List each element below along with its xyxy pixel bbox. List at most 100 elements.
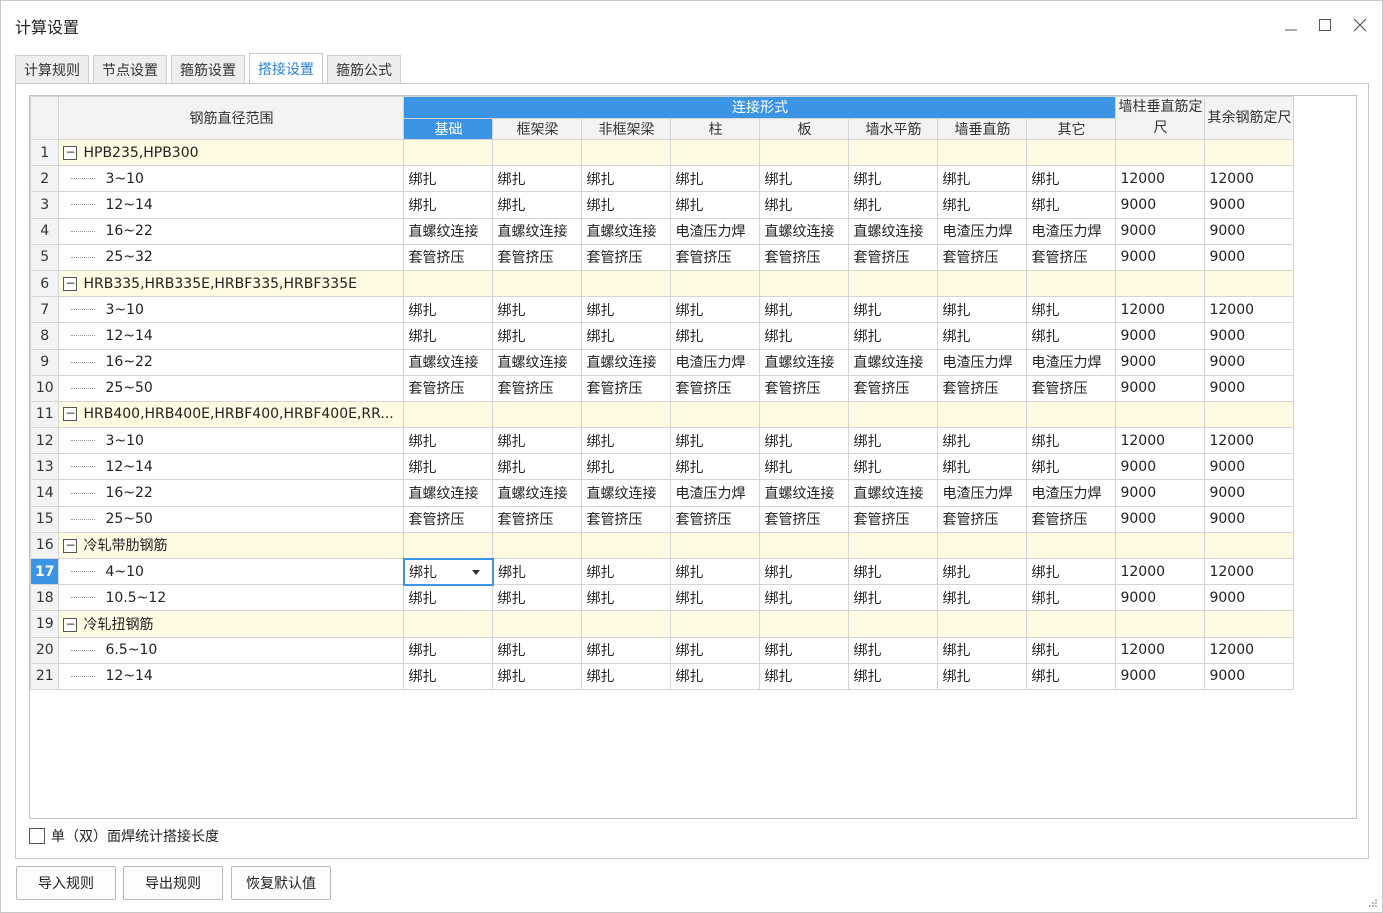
diameter-range-cell[interactable]: 12~14	[58, 322, 405, 350]
connection-cell[interactable]: 绑扎	[848, 636, 939, 664]
connection-cell[interactable]: 绑扎	[848, 322, 939, 350]
group-empty-cell[interactable]	[1204, 400, 1295, 429]
connection-cell[interactable]: 绑扎	[759, 453, 850, 481]
connection-cell[interactable]: 套管挤压	[848, 243, 939, 271]
table-row[interactable]: 20 6.5~10 绑扎 绑扎 绑扎 绑扎 绑扎 绑扎 绑扎 绑扎 12000 12000	[30, 636, 1295, 664]
rebar-grade-cell[interactable]: − 冷轧带肋钢筋	[58, 531, 405, 560]
connection-cell[interactable]: 直螺纹连接	[581, 479, 672, 507]
diameter-range-cell[interactable]: 6.5~10	[58, 636, 405, 664]
connection-cell[interactable]: 套管挤压	[759, 505, 850, 533]
maximize-icon[interactable]	[1311, 11, 1339, 39]
connection-cell[interactable]: 绑扎	[848, 427, 939, 455]
table-row[interactable]: 17 4~10 绑扎 绑扎 绑扎 绑扎 绑扎 绑扎 绑扎 绑扎 12000 12000	[30, 557, 1295, 586]
tab-stirrup-formula[interactable]: 箍筋公式	[327, 55, 401, 83]
table-row[interactable]: 8 12~14 绑扎 绑扎 绑扎 绑扎 绑扎 绑扎 绑扎 绑扎 9000 9000	[30, 322, 1295, 350]
connection-cell[interactable]: 绑扎	[848, 453, 939, 481]
connection-cell[interactable]: 电渣压力焊	[670, 479, 761, 507]
diameter-range-cell[interactable]: 25~50	[58, 374, 405, 402]
connection-cell[interactable]: 直螺纹连接	[848, 348, 939, 376]
connection-cell[interactable]: 绑扎	[759, 296, 850, 324]
table-row[interactable]: 4 16~22 直螺纹连接 直螺纹连接 直螺纹连接 电渣压力焊 直螺纹连接 直螺纹连接 电渣压力…	[30, 217, 1295, 245]
row-number[interactable]: 14	[30, 479, 60, 507]
length-cell[interactable]: 9000	[1115, 217, 1206, 245]
length-cell[interactable]: 9000	[1115, 348, 1206, 376]
connection-cell[interactable]: 绑扎	[937, 165, 1028, 193]
group-empty-cell[interactable]	[1026, 269, 1117, 298]
connection-cell[interactable]: 绑扎	[581, 165, 672, 193]
row-number[interactable]: 12	[30, 427, 60, 455]
connection-cell[interactable]: 绑扎	[492, 584, 583, 612]
group-empty-cell[interactable]	[492, 138, 583, 167]
rebar-grade-cell[interactable]: − 冷轧扭钢筋	[58, 610, 405, 638]
length-cell[interactable]: 12000	[1204, 296, 1295, 324]
row-number[interactable]: 8	[30, 322, 60, 350]
table-row[interactable]: 7 3~10 绑扎 绑扎 绑扎 绑扎 绑扎 绑扎 绑扎 绑扎 12000 12000	[30, 296, 1295, 324]
length-cell[interactable]: 12000	[1115, 557, 1206, 586]
group-empty-cell[interactable]	[759, 269, 850, 298]
connection-cell[interactable]: 绑扎	[1026, 557, 1117, 586]
group-empty-cell[interactable]	[1204, 138, 1295, 167]
row-number[interactable]: 19	[30, 610, 60, 638]
connection-cell[interactable]: 绑扎	[937, 662, 1028, 690]
group-empty-cell[interactable]	[581, 269, 672, 298]
connection-cell[interactable]: 电渣压力焊	[1026, 479, 1117, 507]
connection-cell[interactable]: 绑扎	[403, 584, 494, 612]
connection-cell[interactable]: 绑扎	[1026, 584, 1117, 612]
group-empty-cell[interactable]	[759, 610, 850, 638]
length-cell[interactable]: 9000	[1204, 453, 1295, 481]
connection-cell[interactable]: 绑扎	[759, 191, 850, 219]
connection-col-header[interactable]: 柱	[670, 117, 761, 140]
group-empty-cell[interactable]	[670, 400, 761, 429]
length-cell[interactable]: 9000	[1204, 505, 1295, 533]
connection-cell[interactable]: 绑扎	[403, 296, 494, 324]
length-cell[interactable]: 9000	[1204, 662, 1295, 690]
table-row[interactable]: 14 16~22 直螺纹连接 直螺纹连接 直螺纹连接 电渣压力焊 直螺纹连接 直螺纹连接 电渣压…	[30, 479, 1295, 507]
connection-cell[interactable]: 套管挤压	[759, 243, 850, 271]
table-row[interactable]: 9 16~22 直螺纹连接 直螺纹连接 直螺纹连接 电渣压力焊 直螺纹连接 直螺纹连接 电渣压力…	[30, 348, 1295, 376]
connection-cell[interactable]: 绑扎	[670, 296, 761, 324]
group-empty-cell[interactable]	[1115, 531, 1206, 560]
minimize-icon[interactable]	[1277, 11, 1305, 39]
connection-cell[interactable]: 直螺纹连接	[581, 217, 672, 245]
connection-cell[interactable]: 直螺纹连接	[759, 217, 850, 245]
row-number[interactable]: 5	[30, 243, 60, 271]
close-icon[interactable]	[1346, 11, 1374, 39]
diameter-range-cell[interactable]: 12~14	[58, 191, 405, 219]
export-rules-button[interactable]: 导出规则	[123, 866, 223, 900]
row-number[interactable]: 10	[30, 374, 60, 402]
dropdown-arrow-icon[interactable]	[471, 569, 480, 575]
connection-cell[interactable]: 绑扎	[403, 322, 494, 350]
connection-cell[interactable]: 绑扎	[581, 296, 672, 324]
group-empty-cell[interactable]	[670, 269, 761, 298]
weld-checkbox[interactable]	[29, 828, 45, 844]
group-empty-cell[interactable]	[759, 400, 850, 429]
connection-cell[interactable]: 绑扎	[937, 557, 1028, 586]
connection-cell[interactable]: 绑扎	[403, 662, 494, 690]
connection-cell[interactable]: 绑扎	[759, 322, 850, 350]
connection-cell[interactable]: 套管挤压	[848, 505, 939, 533]
connection-cell[interactable]: 套管挤压	[492, 505, 583, 533]
group-empty-cell[interactable]	[403, 531, 494, 560]
length-cell[interactable]: 9000	[1204, 479, 1295, 507]
row-number[interactable]: 1	[30, 138, 60, 167]
connection-cell[interactable]: 绑扎	[848, 191, 939, 219]
row-number[interactable]: 21	[30, 662, 60, 690]
connection-cell[interactable]: 套管挤压	[670, 505, 761, 533]
length-cell[interactable]: 12000	[1204, 557, 1295, 586]
collapse-icon[interactable]: −	[63, 407, 78, 422]
length-cell[interactable]: 12000	[1204, 636, 1295, 664]
connection-cell[interactable]: 绑扎	[581, 662, 672, 690]
connection-cell[interactable]: 绑扎	[492, 662, 583, 690]
connection-cell[interactable]: 绑扎	[581, 453, 672, 481]
collapse-icon[interactable]: −	[63, 617, 78, 632]
connection-cell[interactable]: 直螺纹连接	[848, 217, 939, 245]
connection-cell[interactable]: 直螺纹连接	[848, 479, 939, 507]
group-empty-cell[interactable]	[848, 269, 939, 298]
connection-cell[interactable]: 绑扎	[1026, 662, 1117, 690]
table-row[interactable]: 18 10.5~12 绑扎 绑扎 绑扎 绑扎 绑扎 绑扎 绑扎 绑扎 9000 9000	[30, 584, 1295, 612]
connection-cell[interactable]: 套管挤压	[848, 374, 939, 402]
row-number[interactable]: 7	[30, 296, 60, 324]
connection-cell[interactable]: 直螺纹连接	[403, 217, 494, 245]
row-number[interactable]: 6	[30, 269, 60, 298]
group-row[interactable]: 6− HRB335,HRB335E,HRBF335,HRBF335E	[30, 269, 1295, 298]
